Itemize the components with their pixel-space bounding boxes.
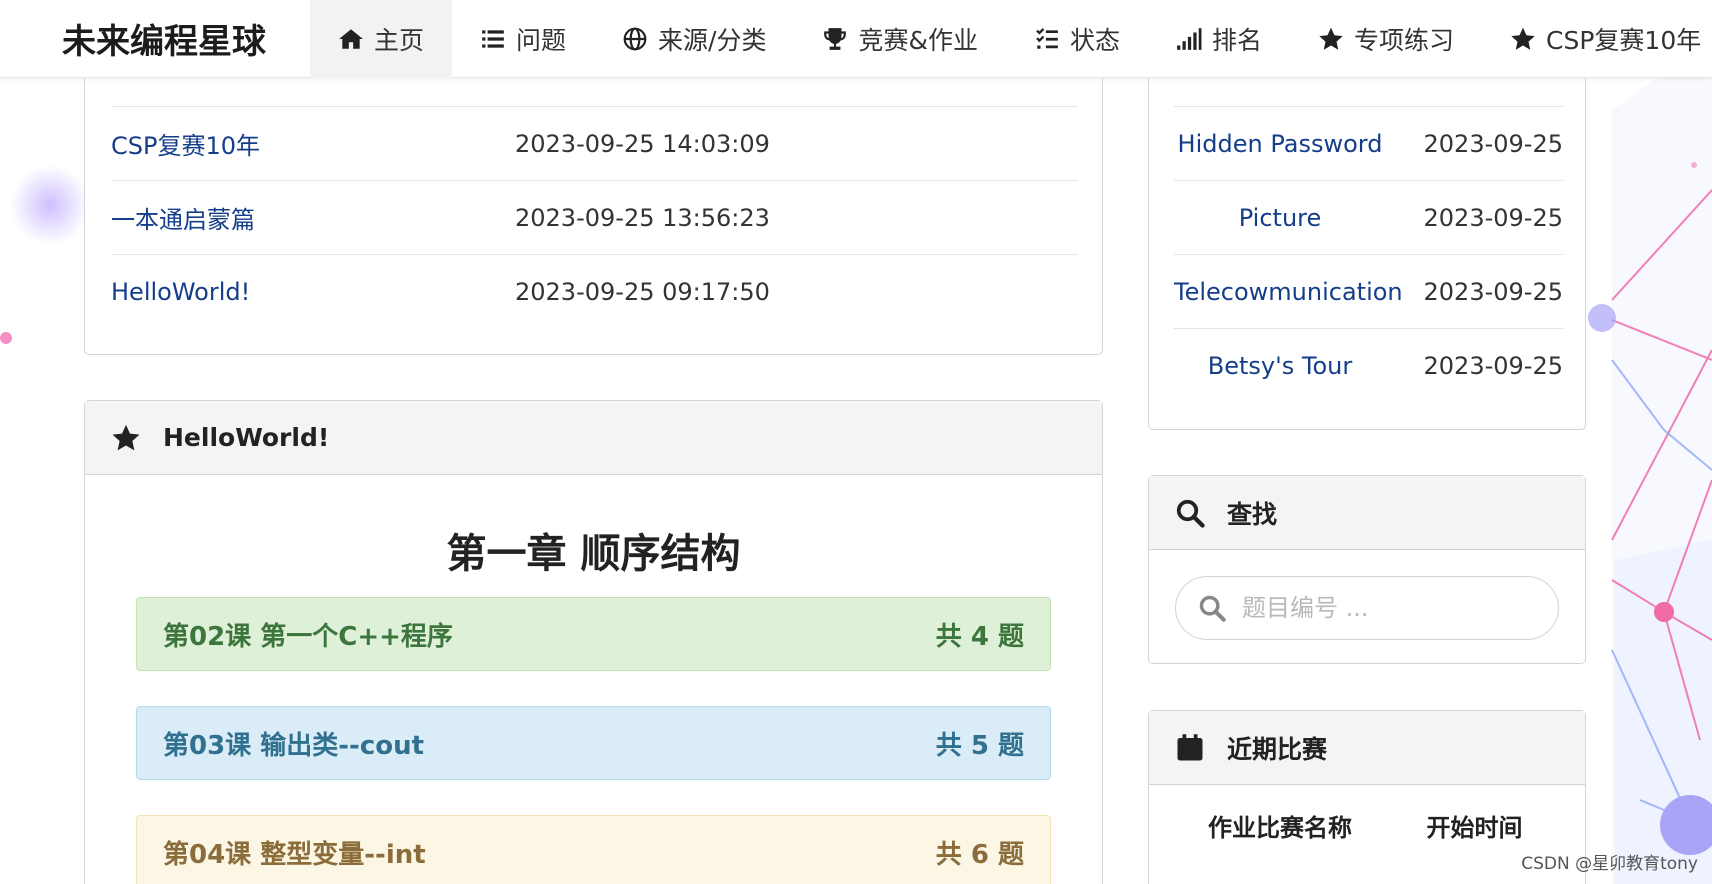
- list-item-title[interactable]: 一本通启蒙篇: [111, 200, 515, 235]
- trophy-icon: [824, 27, 847, 50]
- right-list: Hidden Password 2023-09-25 Picture 2023-…: [1174, 106, 1563, 402]
- list-item-title[interactable]: Betsy's Tour: [1174, 352, 1386, 380]
- nav-source-label: 来源/分类: [658, 25, 767, 55]
- nav-contest-label: 竞赛&作业: [858, 25, 978, 55]
- recent-list: CSP复赛10年 2023-09-25 14:03:09 一本通启蒙篇 2023…: [111, 106, 1078, 328]
- lesson-name: 第02课 第一个C++程序: [163, 621, 453, 652]
- list-item: Hidden Password 2023-09-25: [1174, 106, 1563, 180]
- list-item-title[interactable]: Hidden Password: [1174, 130, 1386, 158]
- nav-csp[interactable]: CSP复赛10年: [1482, 0, 1711, 78]
- right-list-card: Hidden Password 2023-09-25 Picture 2023-…: [1148, 40, 1586, 430]
- search-icon: [1176, 499, 1205, 528]
- lesson-item[interactable]: 第04课 整型变量--int 共 6 题: [136, 815, 1051, 884]
- contest-table-header: 作业比赛名称 开始时间: [1174, 795, 1563, 855]
- search-field[interactable]: [1175, 576, 1559, 640]
- lesson-item[interactable]: 第02课 第一个C++程序 共 4 题: [136, 597, 1051, 671]
- lesson-count: 共 4 题: [935, 621, 1024, 652]
- nav-home[interactable]: 主页: [310, 0, 453, 78]
- list-item-time: 2023-09-25 09:17:50: [515, 277, 770, 306]
- search-input[interactable]: [1242, 594, 1542, 622]
- lesson-name: 第04课 整型变量--int: [163, 839, 426, 870]
- list-icon: [482, 29, 504, 48]
- recent-list-card: CSP复赛10年 2023-09-25 14:03:09 一本通启蒙篇 2023…: [84, 40, 1103, 355]
- nav-source[interactable]: 来源/分类: [594, 0, 794, 78]
- list-item-title[interactable]: CSP复赛10年: [111, 126, 515, 161]
- nav-status-label: 状态: [1069, 25, 1120, 55]
- nav-rank-label: 排名: [1211, 25, 1262, 55]
- top-navbar: 未来编程星球 主页 问题 来源/分类 竞赛&作业 状态 排名 专项练习 CSP复…: [0, 0, 1712, 78]
- star-icon: [1511, 27, 1535, 50]
- nav-problems-label: 问题: [516, 25, 567, 55]
- watermark: CSDN @星卯教育tony: [1521, 854, 1698, 874]
- contest-card-title: 近期比赛: [1227, 734, 1328, 764]
- lesson-item[interactable]: 第03课 输出类--cout 共 5 题: [136, 706, 1051, 780]
- nav-practice-label: 专项练习: [1354, 25, 1455, 55]
- helloworld-card-title: HelloWorld!: [163, 423, 330, 452]
- nav-csp-label: CSP复赛10年: [1546, 25, 1702, 55]
- list-item-date: 2023-09-25: [1423, 203, 1563, 232]
- site-brand[interactable]: 未来编程星球: [0, 14, 310, 63]
- list-item-title[interactable]: Telecowmunication: [1174, 278, 1403, 306]
- home-icon: [339, 28, 363, 49]
- nav-rank[interactable]: 排名: [1148, 0, 1290, 78]
- lesson-count: 共 6 题: [935, 839, 1024, 870]
- column-header-name: 作业比赛名称: [1208, 813, 1352, 842]
- star-icon: [1319, 27, 1343, 50]
- list-item-title[interactable]: Picture: [1174, 204, 1386, 232]
- list-item: CSP复赛10年 2023-09-25 14:03:09: [111, 106, 1078, 180]
- chapter-title: 第一章 顺序结构: [446, 531, 741, 577]
- tasks-icon: [1036, 27, 1058, 49]
- list-item: 一本通启蒙篇 2023-09-25 13:56:23: [111, 180, 1078, 254]
- calendar-icon: [1177, 733, 1203, 760]
- lesson-count: 共 5 题: [935, 730, 1024, 761]
- globe-icon: [623, 27, 647, 50]
- list-item-time: 2023-09-25 14:03:09: [515, 129, 770, 158]
- search-card: 查找: [1148, 475, 1586, 664]
- list-item-time: 2023-09-25 13:56:23: [515, 203, 770, 232]
- star-icon: [112, 424, 140, 450]
- list-item: Picture 2023-09-25: [1174, 180, 1563, 254]
- list-item: Telecowmunication 2023-09-25: [1174, 254, 1563, 328]
- list-item: Betsy's Tour 2023-09-25: [1174, 328, 1563, 402]
- list-item: HelloWorld! 2023-09-25 09:17:50: [111, 254, 1078, 328]
- column-header-time: 开始时间: [1426, 813, 1523, 842]
- helloworld-card-header: HelloWorld!: [85, 401, 1102, 475]
- signal-icon: [1177, 27, 1202, 50]
- list-item-title[interactable]: HelloWorld!: [111, 278, 515, 306]
- list-item-date: 2023-09-25: [1423, 351, 1563, 380]
- nav-status[interactable]: 状态: [1006, 0, 1148, 78]
- lesson-name: 第03课 输出类--cout: [163, 730, 425, 761]
- list-item-date: 2023-09-25: [1423, 277, 1563, 306]
- nav-home-label: 主页: [374, 25, 425, 55]
- list-item-date: 2023-09-25: [1423, 129, 1563, 158]
- nav-practice[interactable]: 专项练习: [1290, 0, 1482, 78]
- search-card-header: 查找: [1149, 476, 1585, 550]
- search-card-title: 查找: [1227, 499, 1278, 529]
- search-icon: [1199, 595, 1226, 622]
- nav-menu: 主页 问题 来源/分类 竞赛&作业 状态 排名 专项练习 CSP复赛10年: [310, 0, 1711, 78]
- nav-contest[interactable]: 竞赛&作业: [794, 0, 1006, 78]
- contest-card-header: 近期比赛: [1149, 711, 1585, 785]
- nav-problems[interactable]: 问题: [452, 0, 594, 78]
